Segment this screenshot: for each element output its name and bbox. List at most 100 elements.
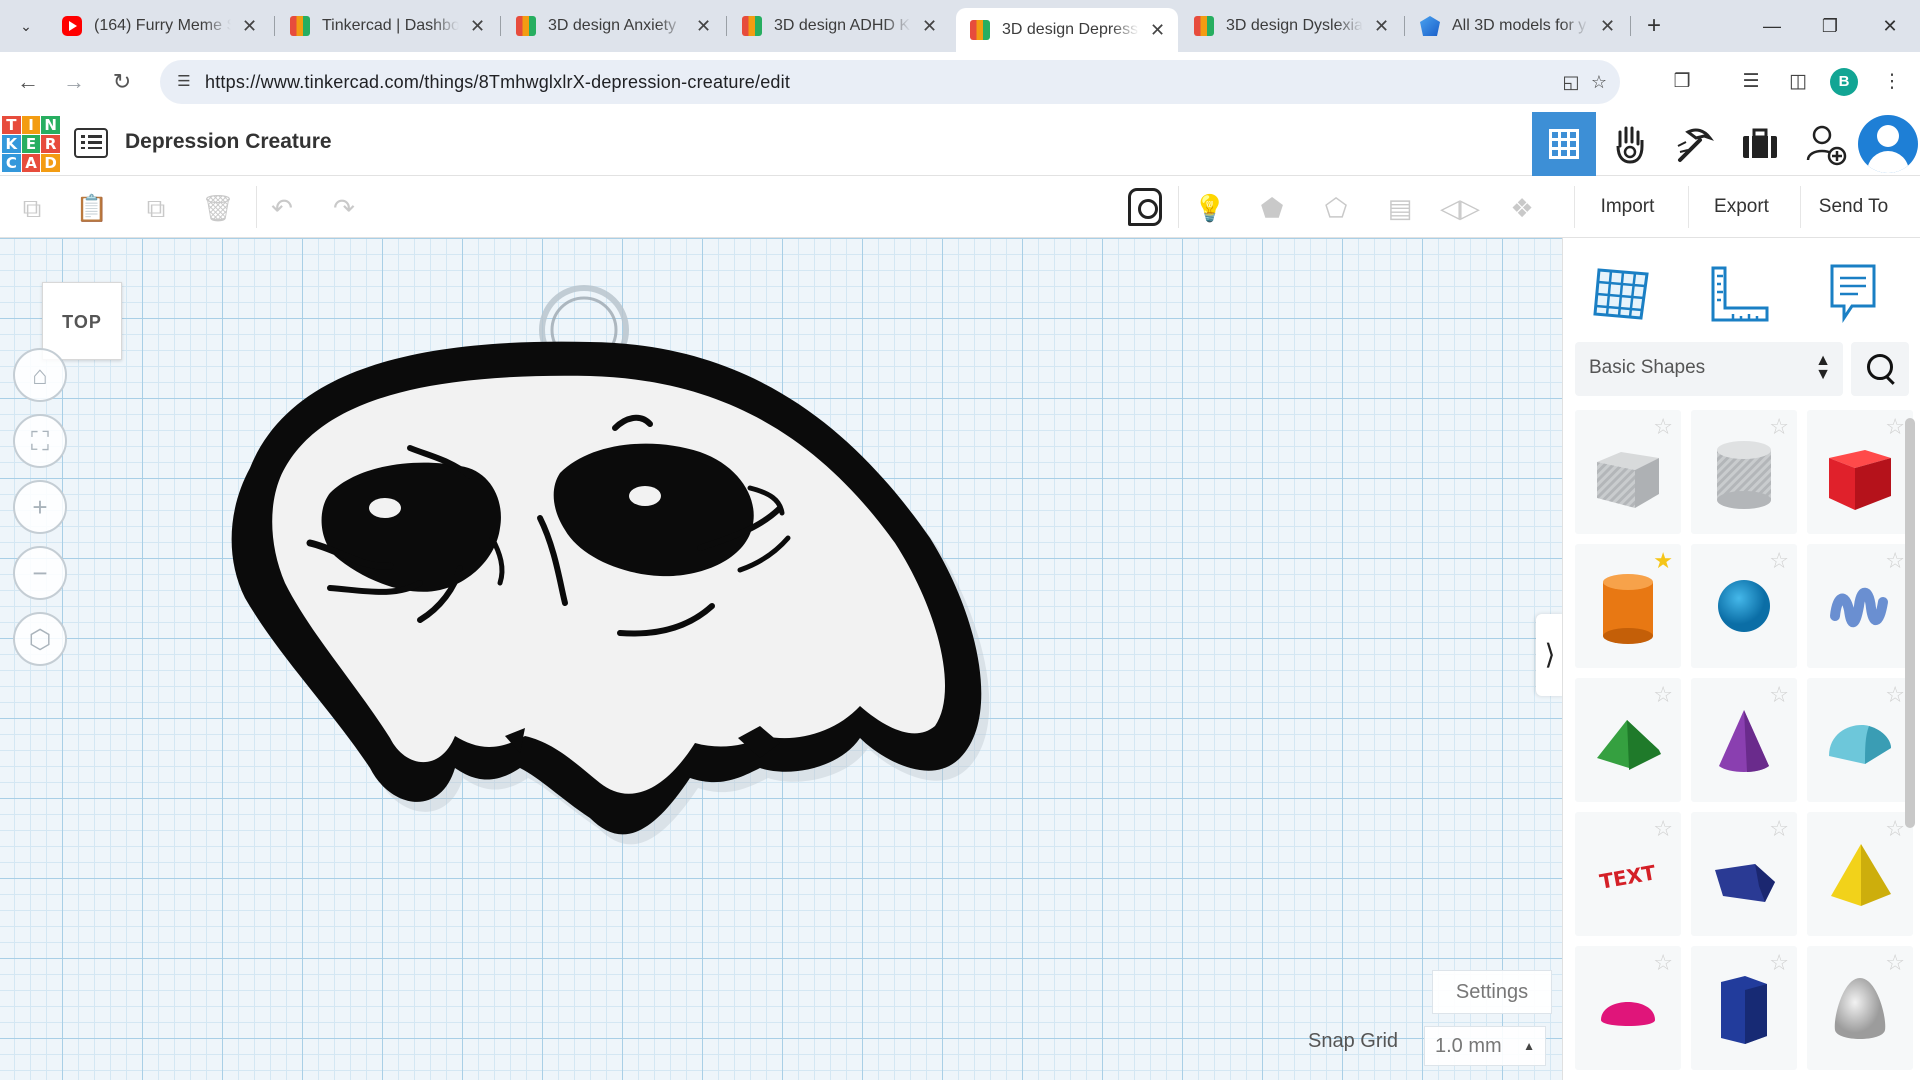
fit-all-icon[interactable]: ⛶: [13, 414, 67, 468]
search-icon[interactable]: [1851, 342, 1909, 396]
import-button[interactable]: Import: [1574, 186, 1680, 228]
invite-user-button[interactable]: [1794, 112, 1858, 176]
align-icon[interactable]: ▤: [1380, 188, 1420, 228]
shape-roof[interactable]: ☆: [1575, 678, 1681, 802]
zoom-in-icon[interactable]: +: [13, 480, 67, 534]
tab-title: All 3D models for y: [1452, 17, 1587, 34]
settings-button[interactable]: Settings: [1432, 970, 1552, 1014]
browser-tab[interactable]: (164) Furry Meme S ✕: [48, 8, 270, 44]
design-title[interactable]: Depression Creature: [125, 130, 332, 154]
browser-tab[interactable]: Tinkercad | Dashbo ✕: [276, 8, 498, 44]
shapes-scrollbar[interactable]: [1905, 418, 1915, 828]
projects-briefcase-button[interactable]: [1728, 112, 1792, 176]
notes-visibility-icon[interactable]: [1128, 188, 1162, 226]
shape-library-select[interactable]: Basic Shapes ▲ ▼: [1575, 342, 1843, 396]
shape-box-hole[interactable]: ☆: [1575, 410, 1681, 534]
user-avatar[interactable]: [1858, 115, 1918, 173]
tab-title: (164) Furry Meme S: [94, 17, 232, 34]
browser-tab[interactable]: 3D design Anxiety ✕: [502, 8, 724, 44]
send-to-button[interactable]: Send To: [1800, 186, 1906, 228]
shape-text[interactable]: ☆ TEXT: [1575, 812, 1681, 936]
workplane-tool-button[interactable]: [1585, 258, 1665, 334]
tinkercad-logo[interactable]: T I N K E R C A D: [2, 116, 60, 172]
shape-cylinder[interactable]: ★: [1575, 544, 1681, 668]
install-app-icon[interactable]: ◱: [1558, 69, 1584, 95]
restore-icon[interactable]: ❐: [1815, 12, 1845, 40]
back-arrow-icon[interactable]: ←: [12, 66, 44, 98]
reload-icon[interactable]: ↻: [106, 66, 138, 98]
new-tab-button[interactable]: +: [1640, 12, 1668, 40]
extensions-puzzle-icon[interactable]: ❒: [1666, 66, 1698, 98]
browser-menu-icon[interactable]: ⋮: [1876, 66, 1908, 98]
shape-hexagonal-prism[interactable]: ☆: [1691, 946, 1797, 1070]
tab-close-icon[interactable]: ✕: [469, 16, 486, 37]
tab-close-icon[interactable]: ✕: [921, 16, 938, 37]
shape-sphere[interactable]: ☆: [1691, 544, 1797, 668]
mirror-icon[interactable]: ◁▷: [1440, 188, 1480, 228]
shape-cone[interactable]: ☆: [1691, 678, 1797, 802]
bookmark-star-icon[interactable]: ☆: [1586, 69, 1612, 95]
shape-half-sphere[interactable]: ☆: [1575, 946, 1681, 1070]
logo-letter: N: [41, 116, 60, 134]
delete-trash-icon[interactable]: 🗑: [198, 188, 238, 228]
browser-tab[interactable]: 3D design ADHD K ✕: [728, 8, 950, 44]
shape-polygon[interactable]: ☆: [1691, 812, 1797, 936]
blocks-view-button[interactable]: [1598, 112, 1662, 176]
cruise-magnet-icon[interactable]: ❖: [1502, 188, 1542, 228]
browser-profile-avatar[interactable]: B: [1830, 68, 1858, 96]
site-info-icon[interactable]: ☰: [172, 70, 196, 94]
paste-icon[interactable]: 📋: [72, 188, 112, 228]
snap-grid-select[interactable]: 1.0 mm ▲: [1424, 1026, 1546, 1066]
forward-arrow-icon[interactable]: →: [58, 66, 90, 98]
export-button[interactable]: Export: [1688, 186, 1794, 228]
ungroup-icon[interactable]: ⬠: [1316, 188, 1356, 228]
lightbulb-icon[interactable]: 💡: [1190, 188, 1230, 228]
tinkercad-favicon-icon: [516, 16, 536, 36]
collapse-panel-chevron-icon[interactable]: ⟩: [1536, 614, 1562, 696]
url-omnibox[interactable]: ☰ https://www.tinkercad.com/things/8Tmhw…: [160, 60, 1620, 104]
toolbar-divider: [256, 186, 257, 228]
tinkercad-favicon-icon: [290, 16, 310, 36]
tab-close-icon[interactable]: ✕: [695, 16, 712, 37]
add-user-icon: [1806, 125, 1847, 166]
half-sphere-icon: [1601, 1002, 1655, 1026]
shape-scribble[interactable]: ☆: [1807, 544, 1913, 668]
bricks-view-button[interactable]: [1662, 112, 1726, 176]
redo-icon[interactable]: ↷: [324, 188, 364, 228]
tab-close-icon[interactable]: ✕: [241, 16, 258, 37]
zoom-out-icon[interactable]: −: [13, 546, 67, 600]
tab-close-icon[interactable]: ✕: [1149, 20, 1166, 41]
shape-box[interactable]: ☆: [1807, 410, 1913, 534]
ruler-tool-button[interactable]: [1703, 258, 1783, 334]
browser-tab[interactable]: All 3D models for y ✕: [1406, 8, 1628, 44]
url-text[interactable]: https://www.tinkercad.com/things/8Tmhwgl…: [205, 72, 790, 93]
3d-design-view-button[interactable]: [1532, 112, 1596, 176]
shape-paraboloid[interactable]: ☆: [1807, 946, 1913, 1070]
tab-close-icon[interactable]: ✕: [1373, 16, 1390, 37]
shape-round-roof[interactable]: ☆: [1807, 678, 1913, 802]
snap-grid-value: 1.0 mm: [1435, 1035, 1502, 1057]
side-panel-icon[interactable]: ◫: [1782, 66, 1814, 98]
copy-icon[interactable]: ⧉: [12, 188, 52, 228]
duplicate-icon[interactable]: ⧉: [136, 188, 176, 228]
undo-icon[interactable]: ↶: [262, 188, 302, 228]
workplane-canvas[interactable]: TOP ⌂ ⛶ + − ⬡ ⟩ Settings Snap Grid 1.0 m…: [0, 238, 1562, 1080]
group-icon[interactable]: ⬟: [1252, 188, 1292, 228]
tab-separator: [1630, 16, 1631, 36]
design-list-icon[interactable]: [74, 128, 108, 158]
tinkercad-favicon-icon: [742, 16, 762, 36]
media-queue-icon[interactable]: ☰: [1735, 66, 1767, 98]
browser-tab-active[interactable]: 3D design Depress ✕: [956, 8, 1178, 52]
notes-tool-button[interactable]: [1818, 258, 1898, 334]
browser-tab[interactable]: 3D design Dyslexia ✕: [1180, 8, 1402, 44]
tab-close-icon[interactable]: ✕: [1599, 16, 1616, 37]
depression-creature-model[interactable]: [0, 238, 1562, 1080]
window-close-icon[interactable]: ✕: [1875, 12, 1905, 40]
view-cube[interactable]: TOP: [42, 282, 122, 360]
minimize-icon[interactable]: —: [1757, 12, 1787, 40]
shape-cylinder-hole[interactable]: ☆: [1691, 410, 1797, 534]
shape-pyramid[interactable]: ☆: [1807, 812, 1913, 936]
home-view-icon[interactable]: ⌂: [13, 348, 67, 402]
tab-search-button[interactable]: ⌄: [10, 12, 42, 40]
perspective-cube-icon[interactable]: ⬡: [13, 612, 67, 666]
